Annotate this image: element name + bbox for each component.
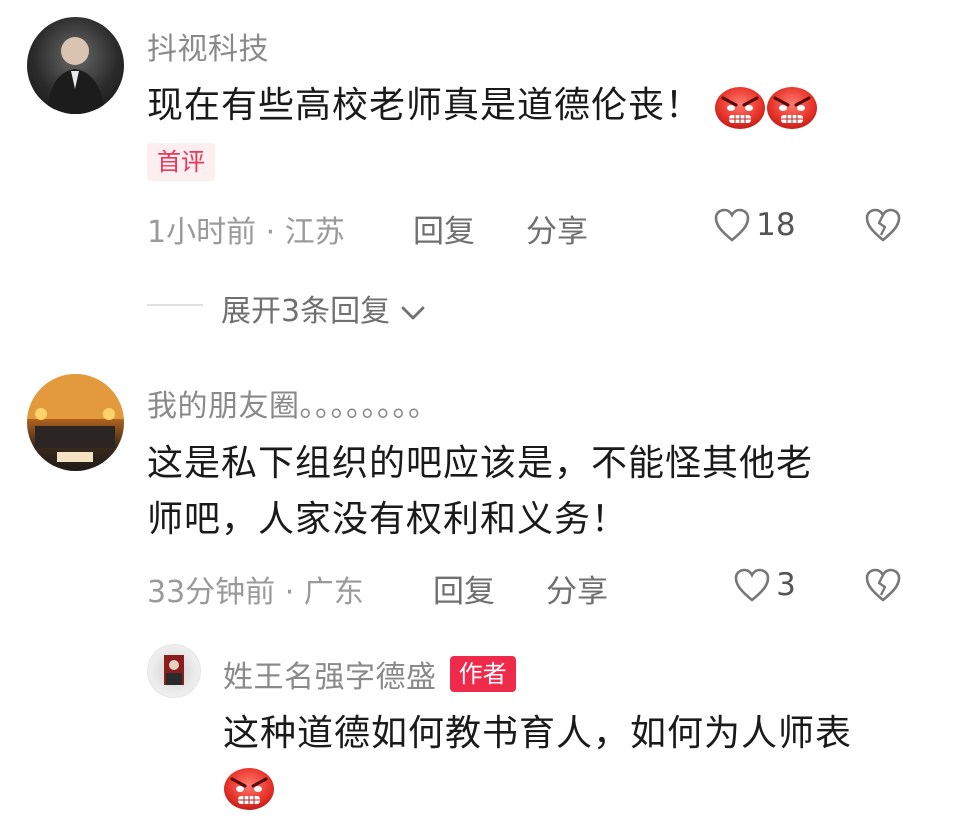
- expand-replies-label: 展开3条回复: [221, 294, 391, 329]
- angry-emoji-icon: [714, 84, 766, 130]
- like-button[interactable]: 3: [733, 567, 796, 603]
- broken-heart-icon: [865, 568, 901, 602]
- reply-divider: [147, 304, 203, 306]
- first-comment-badge: 首评: [147, 143, 215, 181]
- heart-outline-icon: [734, 568, 770, 602]
- comment-text-line: 师吧，人家没有权利和义务！: [147, 499, 629, 540]
- comment-content: 这是私下组织的吧应该是，不能怪其他老 师吧，人家没有权利和义务！: [147, 436, 927, 548]
- comment-username[interactable]: 我的朋友圈。。。。。。。。: [147, 381, 439, 425]
- avatar[interactable]: [147, 644, 201, 698]
- avatar[interactable]: [27, 17, 124, 114]
- dislike-button[interactable]: [864, 567, 902, 607]
- reply-button[interactable]: 回复: [433, 566, 495, 611]
- chevron-down-icon: [401, 306, 425, 319]
- reply-header: 姓王名强字德盛 作者: [223, 652, 516, 696]
- comment-text: 现在有些高校老师真是道德伦丧！: [147, 85, 703, 126]
- comment-meta: 1小时前 · 江苏: [147, 215, 345, 250]
- comment-meta: 33分钟前 · 广东: [147, 575, 364, 610]
- comment-text-line: 这是私下组织的吧应该是，不能怪其他老: [147, 443, 814, 484]
- broken-heart-icon: [865, 208, 901, 242]
- comment-username[interactable]: 抖视科技: [147, 24, 269, 68]
- reply-button[interactable]: 回复: [413, 206, 475, 251]
- like-count: 18: [756, 207, 796, 243]
- share-button[interactable]: 分享: [526, 206, 588, 251]
- angry-emoji-icon: [766, 84, 818, 130]
- dislike-button[interactable]: [864, 207, 902, 247]
- like-count: 3: [776, 567, 796, 603]
- author-badge: 作者: [449, 656, 516, 692]
- heart-outline-icon: [714, 208, 750, 242]
- reply-username[interactable]: 姓王名强字德盛: [223, 660, 437, 695]
- like-button[interactable]: 18: [713, 207, 796, 243]
- comment-content: 现在有些高校老师真是道德伦丧！: [147, 78, 818, 134]
- avatar[interactable]: [27, 374, 124, 471]
- reply-content: 这种道德如何教书育人，如何为人师表: [223, 713, 853, 754]
- expand-replies-button[interactable]: 展开3条回复: [221, 286, 426, 330]
- share-button[interactable]: 分享: [546, 566, 608, 611]
- angry-emoji-icon: [223, 765, 275, 811]
